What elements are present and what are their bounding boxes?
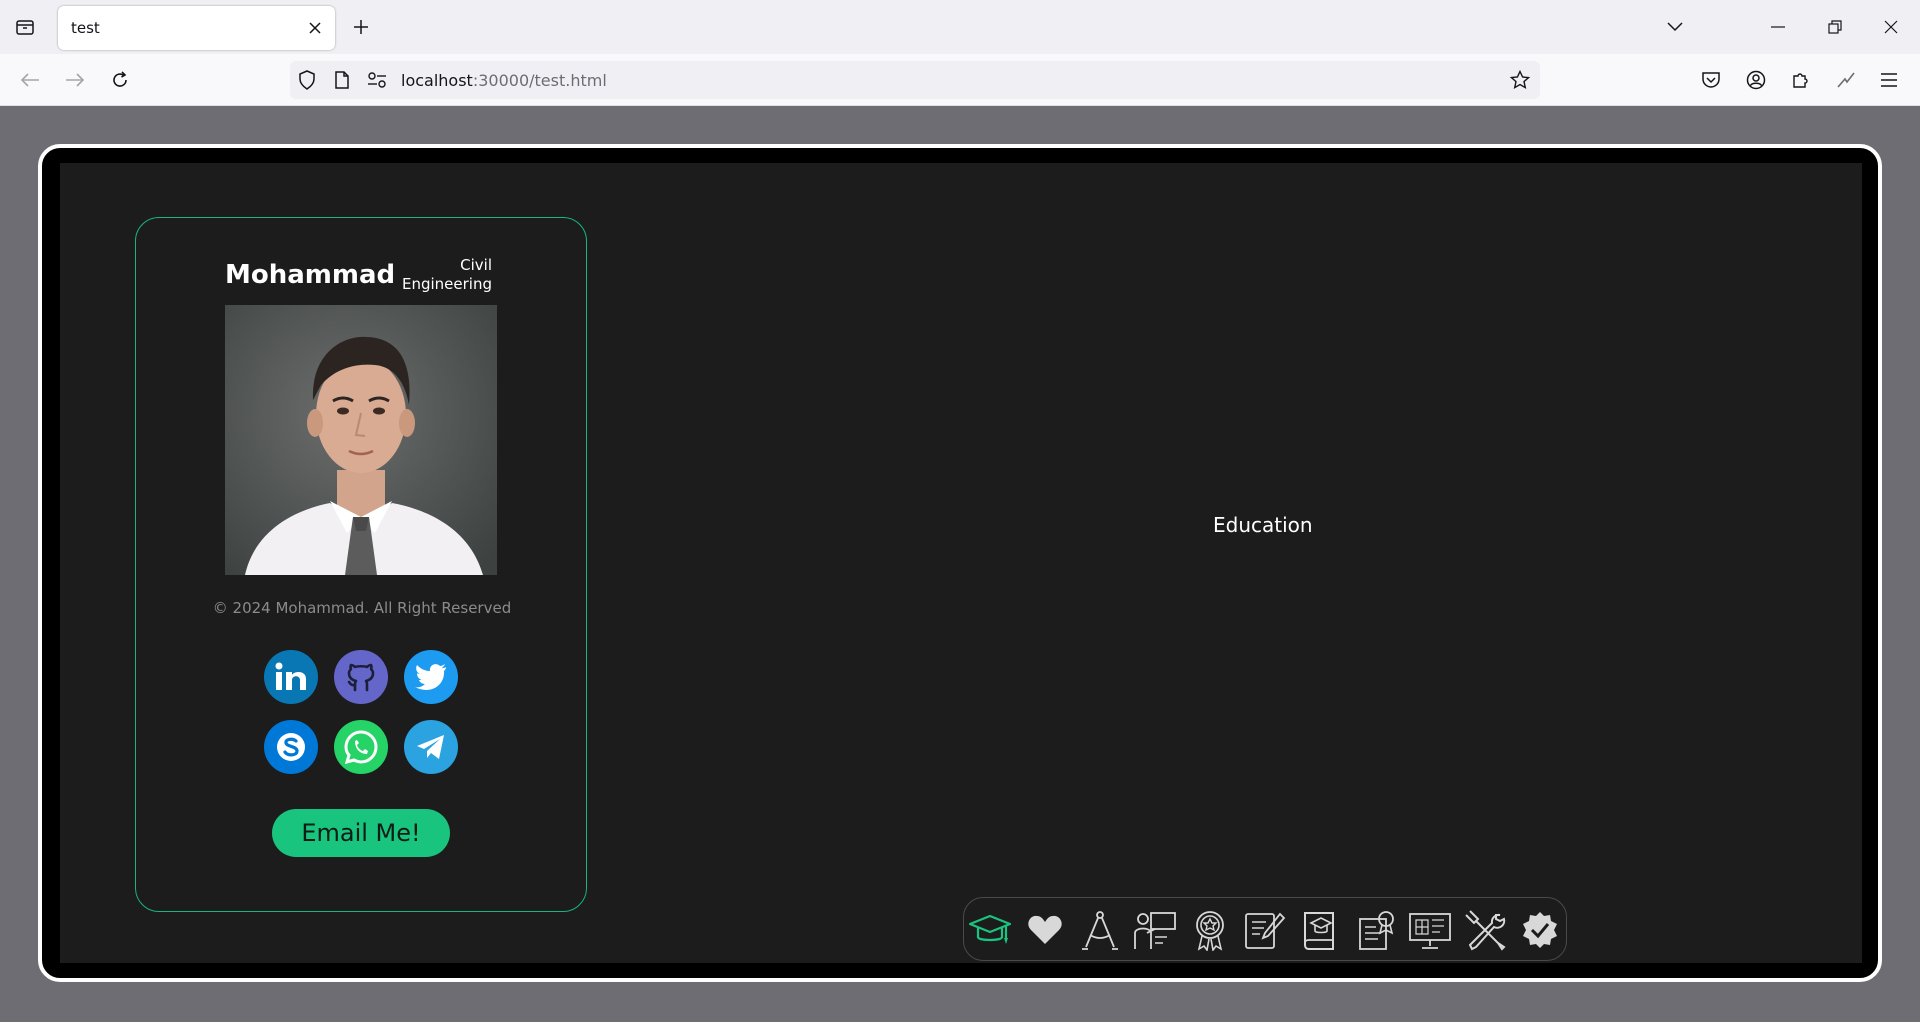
restore-icon[interactable] [1820, 12, 1850, 42]
certificate-icon[interactable] [1353, 908, 1397, 952]
list-all-tabs-icon[interactable] [1660, 12, 1690, 42]
extensions-icon[interactable] [1788, 67, 1814, 93]
role-line-2: Engineering [402, 275, 492, 293]
shield-icon[interactable] [297, 70, 317, 90]
menu-hamburger-icon[interactable] [1876, 67, 1902, 93]
email-me-button[interactable]: Email Me! [272, 809, 450, 857]
blueprint-monitor-icon[interactable] [1408, 908, 1452, 952]
copyright-text: © 2024 Mohammad. All Right Reserved [212, 599, 512, 617]
reload-icon[interactable] [107, 67, 133, 93]
whatsapp-icon[interactable] [334, 720, 388, 774]
url-bar[interactable]: localhost:30000/test.html [290, 61, 1540, 99]
bookmark-star-icon[interactable] [1510, 70, 1530, 90]
graduation-cap-icon[interactable] [968, 908, 1012, 952]
section-title: Education [1213, 513, 1313, 537]
account-icon[interactable] [1743, 67, 1769, 93]
edit-document-icon[interactable] [1243, 908, 1287, 952]
browser-tab[interactable]: test [58, 6, 335, 50]
back-arrow-icon[interactable] [17, 67, 43, 93]
profile-name: Mohammad [225, 260, 396, 290]
tab-title: test [71, 19, 100, 37]
linkedin-icon[interactable] [264, 650, 318, 704]
verified-badge-icon[interactable] [1518, 908, 1562, 952]
new-tab-icon[interactable] [349, 15, 373, 39]
page-inner: Mohammad Civil Engineering © 2024 Mohamm… [60, 163, 1862, 963]
site-permissions-icon[interactable] [367, 70, 387, 90]
compass-icon[interactable] [1078, 908, 1122, 952]
profile-photo [225, 305, 497, 575]
tools-icon[interactable] [1463, 908, 1507, 952]
forward-arrow-icon[interactable] [62, 67, 88, 93]
twitter-icon[interactable] [404, 650, 458, 704]
education-book-icon[interactable] [1298, 908, 1342, 952]
award-medal-icon[interactable] [1188, 908, 1232, 952]
role-line-1: Civil [460, 256, 492, 274]
telegram-icon[interactable] [404, 720, 458, 774]
minimize-icon[interactable] [1763, 12, 1793, 42]
github-icon[interactable] [334, 650, 388, 704]
sync-activity-icon[interactable] [1833, 67, 1859, 93]
profile-role: Civil Engineering [376, 256, 492, 294]
tab-list-icon[interactable] [12, 14, 38, 40]
heart-icon[interactable] [1023, 908, 1067, 952]
tab-bar: test [0, 0, 1920, 54]
teacher-board-icon[interactable] [1133, 908, 1177, 952]
page-frame: Mohammad Civil Engineering © 2024 Mohamm… [38, 144, 1882, 982]
nav-bar: localhost:30000/test.html [0, 54, 1920, 106]
url-path: :30000/test.html [472, 71, 607, 90]
close-tab-icon[interactable] [305, 18, 325, 38]
url-host: localhost [401, 71, 473, 90]
pocket-icon[interactable] [1698, 67, 1724, 93]
url-text[interactable]: localhost:30000/test.html [401, 71, 607, 90]
close-window-icon[interactable] [1876, 12, 1906, 42]
page-icon [332, 70, 352, 90]
profile-card: Mohammad Civil Engineering © 2024 Mohamm… [135, 217, 587, 912]
section-nav-bar [963, 897, 1567, 961]
skype-icon[interactable] [264, 720, 318, 774]
